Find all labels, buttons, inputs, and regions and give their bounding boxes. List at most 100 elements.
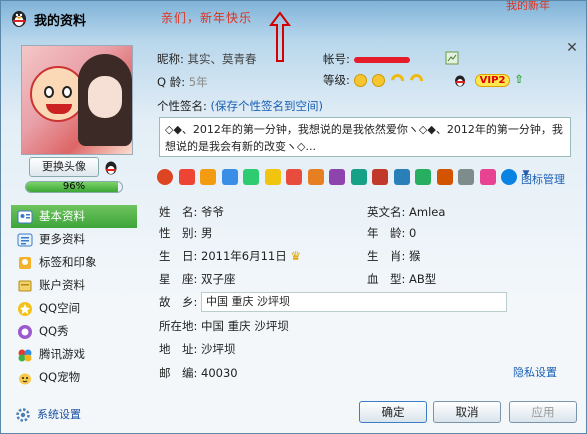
location-label: 所在地: [159,319,198,333]
apply-button[interactable]: 应用 [509,401,577,423]
yellow-diamond-icon[interactable] [264,169,281,185]
sidebar-menu: 基本资料 更多资料 标签和印象 账户资料 QQ空间 QQ秀 腾讯游戏 QQ宠物 [11,205,137,389]
english-name-value: Amlea [409,205,446,219]
avatar[interactable] [21,45,133,155]
map-icon[interactable] [479,169,496,185]
sidebar-item-qqshow[interactable]: QQ秀 [11,320,137,343]
red-diamond-icon[interactable] [286,169,302,185]
sidebar-item-label: QQ空间 [39,301,81,315]
system-settings-link[interactable]: 系统设置 [15,405,81,425]
moon-level-icon [406,71,426,90]
age-label: 年 龄: [367,226,406,240]
sidebar-item-tags[interactable]: 标签和印象 [11,251,137,274]
account-icon [18,280,32,292]
save-signature-link[interactable]: (保存个性签名到空间) [211,99,323,113]
mailbox-icon[interactable] [458,169,474,185]
left-panel: 更换头像 96% 基本资料 更多资料 标签和印象 账户资料 QQ空间 QQ秀 腾… [11,45,139,433]
show-icon[interactable] [372,169,388,185]
vip-row[interactable]: VIP2 ⇧ [453,72,524,87]
sidebar-item-label: QQ宠物 [39,370,81,384]
nickname-value: 其实、莫青春 [187,52,257,66]
signature-label: 个性签名: [157,99,207,113]
hometown-row: 故 乡: [159,292,197,312]
sidebar-item-qzone[interactable]: QQ空间 [11,297,137,320]
avatar-mouth [46,104,72,114]
qzone-icon [18,302,32,316]
chat-icon[interactable] [436,169,453,185]
pet-icon[interactable] [329,169,345,185]
mail-icon[interactable] [178,169,195,185]
music-icon[interactable] [200,169,216,185]
gender-row: 性 别: 男 [159,223,213,243]
album-icon[interactable] [350,169,367,185]
age-value: 0 [409,226,417,240]
birthday-value: 2011年6月11日 [201,249,287,263]
icon-manager-link[interactable]: 图标管理 [521,171,565,187]
qq-penguin-icon [455,75,465,86]
diamond-icon[interactable] [221,169,238,185]
constellation-value: 双子座 [201,272,236,286]
sidebar-item-label: QQ秀 [39,324,69,338]
constellation-label: 星 座: [159,272,198,286]
sidebar-item-label: 基本资料 [39,209,85,223]
sidebar-item-label: 腾讯游戏 [39,347,85,361]
qq-penguin-icon[interactable] [157,169,173,185]
nickname-row: 昵称: 其实、莫青春 [157,51,257,67]
title-bar[interactable]: 我的资料 亲们，新年快乐 我的新年 [1,1,586,62]
sidebar-item-pet[interactable]: QQ宠物 [11,366,137,389]
progress-label: 96% [62,181,86,192]
window-title: 我的资料 [34,14,87,29]
cancel-button[interactable]: 取消 [433,401,501,423]
nickname-label: 昵称: [157,52,184,66]
avatar-eye [44,86,54,98]
hometown-field[interactable]: 中国 重庆 沙坪坝 [201,292,507,312]
sidebar-item-more-info[interactable]: 更多资料 [11,228,137,251]
zodiac-value: 猴 [409,249,421,263]
sun-level-icon [353,74,367,87]
qage-value: 5年 [188,75,208,89]
gear-icon [16,408,30,422]
profile-card-icon [17,210,33,224]
sidebar-item-label: 账户资料 [39,278,85,292]
gender-label: 性 别: [159,226,198,240]
more-info-icon [17,233,33,247]
redacted-account-number [353,56,410,63]
level-label: 等级: [323,73,350,87]
avatar-eye [62,86,72,98]
sidebar-item-games[interactable]: 腾讯游戏 [11,343,137,366]
vip-upgrade-icon: ⇧ [514,72,524,86]
zodiac-row: 生 肖: 猴 [367,246,421,266]
blood-type-label: 血 型: [367,272,406,286]
signature-field[interactable]: ◇◆、2012年的第一分钟，我想说的是我依然爱你ヽ◇◆、2012年的第一分钟，我… [159,117,571,157]
weibo-icon[interactable] [393,169,410,185]
zip-row: 邮 编: 40030 [159,363,238,383]
game-icon [18,349,32,362]
sidebar-item-label: 更多资料 [39,232,85,246]
penguin-tool-icon[interactable] [103,159,119,175]
english-name-row: 英文名: Amlea [367,202,445,222]
age-row: 年 龄: 0 [367,223,416,243]
level-row: 等级: [323,71,426,90]
account-row: 帐号: [323,51,410,67]
privacy-settings-link[interactable]: 隐私设置 [513,364,557,380]
crown-icon: ♛ [290,249,302,263]
birthday-label: 生 日: [159,249,198,263]
search-icon[interactable] [415,169,431,185]
pet-icon [19,373,31,385]
change-avatar-button[interactable]: 更换头像 [29,157,99,177]
sidebar-item-label: 标签和印象 [39,255,97,269]
game-icon[interactable] [307,169,324,185]
sun-level-icon [372,74,386,87]
zodiac-label: 生 肖: [367,249,406,263]
edit-image-icon[interactable] [445,51,459,65]
globe-icon[interactable] [501,169,517,185]
sidebar-item-basic-info[interactable]: 基本资料 [11,205,137,228]
ok-button[interactable]: 确定 [359,401,427,423]
name-label: 姓 名: [159,205,198,219]
green-diamond-icon[interactable] [243,169,259,185]
qage-label: Q 龄: [157,75,186,89]
sidebar-item-account[interactable]: 账户资料 [11,274,137,297]
constellation-row: 星 座: 双子座 [159,269,236,289]
banner-text: 亲们，新年快乐 [161,11,253,25]
profile-window: 我的资料 亲们，新年快乐 我的新年 ✕ 更换头像 96% 基本资料 更多资料 标… [0,0,587,434]
